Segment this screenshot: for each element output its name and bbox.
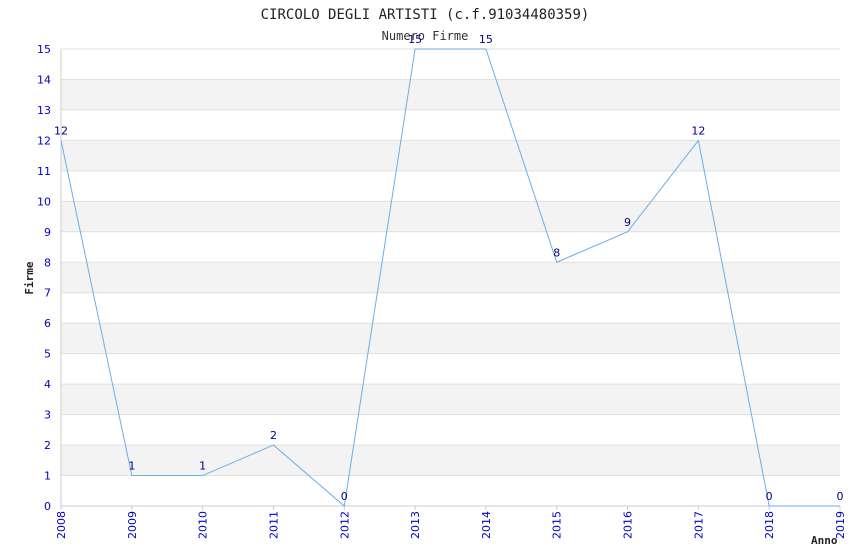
line-chart: CIRCOLO DEGLI ARTISTI (c.f.91034480359) … (23, 7, 847, 547)
x-tick-label: 2012 (338, 511, 351, 539)
y-tick-label: 3 (44, 409, 51, 422)
y-tick-label: 0 (44, 500, 51, 513)
data-label: 0 (837, 490, 844, 503)
grid-band (61, 384, 840, 415)
y-tick-label: 1 (44, 470, 51, 483)
grid-bands (61, 79, 840, 476)
y-tick-label: 8 (44, 256, 51, 269)
y-tick-label: 13 (37, 104, 51, 117)
y-tick-label: 12 (37, 134, 51, 147)
grid-band (61, 201, 840, 232)
chart-title: CIRCOLO DEGLI ARTISTI (c.f.91034480359) (261, 7, 590, 23)
grid-band (61, 445, 840, 476)
x-tick-label: 2014 (480, 511, 493, 539)
data-label: 9 (624, 216, 631, 229)
y-tick-label: 6 (44, 317, 51, 330)
x-tick-label: 2011 (267, 511, 280, 539)
data-label: 1 (199, 460, 206, 473)
x-tick-label: 2017 (692, 511, 705, 539)
x-tick-label: 2010 (197, 511, 210, 539)
x-axis-label: Anno (811, 534, 838, 547)
y-tick-label: 4 (44, 378, 51, 391)
grid-band (61, 323, 840, 354)
x-tick-label: 2009 (126, 511, 139, 539)
data-label: 15 (408, 33, 422, 46)
data-label: 0 (766, 490, 773, 503)
y-tick-label: 9 (44, 226, 51, 239)
y-tick-label: 2 (44, 439, 51, 452)
x-tick-label: 2016 (622, 511, 635, 539)
chart: CIRCOLO DEGLI ARTISTI (c.f.91034480359) … (0, 0, 850, 550)
x-tick-label: 2015 (551, 511, 564, 539)
y-tick-label: 14 (37, 73, 51, 86)
chart-subtitle: Numero Firme (382, 29, 469, 43)
grid-band (61, 140, 840, 171)
y-axis-ticks: 0123456789101112131415 (37, 43, 51, 513)
y-tick-label: 10 (37, 195, 51, 208)
x-tick-label: 2008 (55, 511, 68, 539)
data-label: 15 (479, 33, 493, 46)
y-axis-label: Firme (23, 261, 36, 294)
y-tick-label: 7 (44, 287, 51, 300)
data-label: 12 (691, 124, 705, 137)
data-label: 12 (54, 124, 68, 137)
x-tick-label: 2013 (409, 511, 422, 539)
data-label: 0 (341, 490, 348, 503)
data-label: 1 (128, 460, 135, 473)
grid-band (61, 79, 840, 110)
x-axis-ticks: 2008 2009 2010 2011 2012 2013 2014 2015 2016 2017… (55, 506, 847, 539)
y-tick-label: 5 (44, 348, 51, 361)
y-tick-label: 11 (37, 165, 51, 178)
data-label: 8 (553, 246, 560, 259)
x-tick-label: 2018 (763, 511, 776, 539)
data-label: 2 (270, 429, 277, 442)
y-tick-label: 15 (37, 43, 51, 56)
